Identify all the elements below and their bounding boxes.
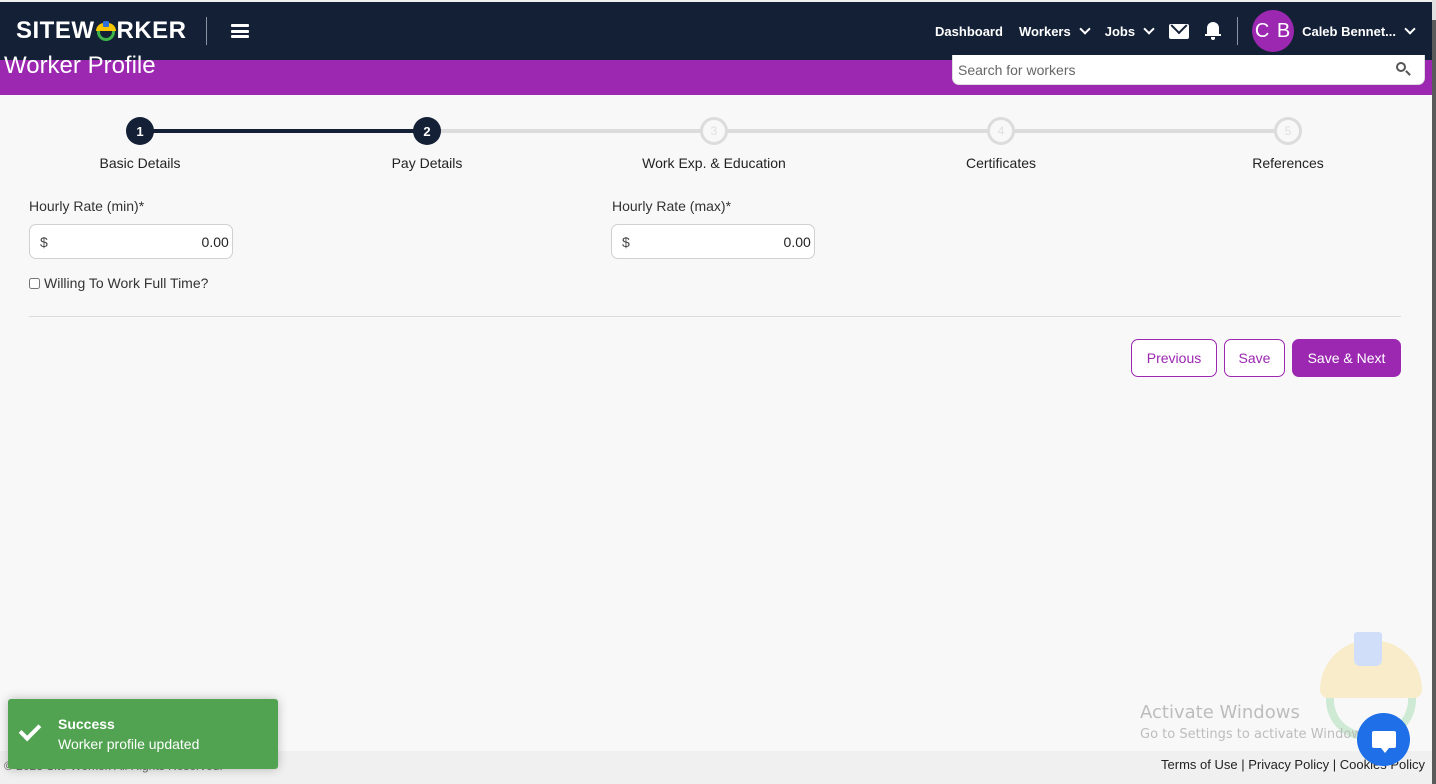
step-work-experience[interactable]: 3 Work Exp. & Education [614, 117, 814, 171]
nav-jobs-dropdown[interactable]: Jobs [1104, 22, 1155, 39]
chevron-down-icon [1143, 22, 1155, 35]
top-navbar: SITEW RKER Dashboard Workers Jobs C B Ca… [0, 2, 1432, 60]
nav-dashboard-label: Dashboard [935, 23, 1003, 39]
toast-content: Success Worker profile updated [58, 716, 199, 752]
activate-windows-overlay: Activate Windows Go to Settings to activ… [1140, 702, 1373, 742]
min-rate-label: Hourly Rate (min)* [29, 198, 145, 214]
terms-of-use-link[interactable]: Terms of Use [1161, 757, 1238, 772]
max-rate-input[interactable] [629, 233, 811, 250]
navbar-divider [1237, 17, 1239, 45]
chevron-down-icon [1079, 22, 1091, 35]
logo-text-prefix: SITEW [16, 17, 95, 44]
full-time-option: Willing To Work Full Time? [29, 275, 208, 291]
step-number: 1 [126, 117, 154, 145]
toast-title: Success [58, 716, 115, 732]
footer-separator: | [1329, 757, 1340, 772]
search-input[interactable] [953, 55, 1394, 84]
step-number: 2 [413, 117, 441, 145]
min-rate-input[interactable] [47, 233, 229, 250]
step-label: Work Exp. & Education [642, 155, 786, 171]
full-time-checkbox[interactable] [29, 277, 40, 289]
max-rate-field: $ [611, 224, 815, 259]
logo-text-suffix: RKER [116, 17, 187, 44]
max-rate-label: Hourly Rate (max)* [612, 198, 732, 214]
success-toast[interactable]: Success Worker profile updated [8, 699, 278, 769]
navbar-right: Dashboard Workers Jobs C B Caleb Bennet.… [935, 2, 1432, 60]
step-number: 5 [1274, 117, 1302, 145]
user-avatar[interactable]: C B [1252, 10, 1295, 52]
step-label: Basic Details [99, 155, 181, 171]
search-icon[interactable] [1394, 60, 1414, 80]
user-menu-dropdown[interactable]: Caleb Bennet... [1302, 22, 1416, 39]
scrollbar-thumb[interactable] [1432, 20, 1436, 784]
profile-stepper: 1 Basic Details 2 Pay Details 3 Work Exp… [0, 110, 1432, 180]
step-references[interactable]: 5 References [1188, 117, 1388, 171]
toast-message: Worker profile updated [58, 736, 200, 752]
step-number: 4 [987, 117, 1015, 145]
full-time-label[interactable]: Willing To Work Full Time? [44, 275, 208, 291]
mail-icon[interactable] [1169, 23, 1190, 39]
activate-windows-title: Activate Windows [1140, 702, 1300, 723]
navbar-divider [205, 17, 207, 45]
step-label: Pay Details [391, 155, 463, 171]
page-title: Worker Profile [4, 52, 156, 79]
step-certificates[interactable]: 4 Certificates [901, 117, 1101, 171]
nav-workers-dropdown[interactable]: Workers [1018, 22, 1091, 39]
min-rate-field: $ [29, 224, 233, 259]
bell-icon[interactable] [1205, 22, 1222, 40]
step-number: 3 [700, 117, 728, 145]
step-pay-details[interactable]: 2 Pay Details [327, 117, 527, 171]
sitewoker-logo[interactable]: SITEW RKER [16, 17, 187, 45]
currency-symbol: $ [622, 233, 630, 250]
privacy-policy-link[interactable]: Privacy Policy [1248, 757, 1329, 772]
form-divider [29, 316, 1401, 317]
chevron-down-icon [1404, 22, 1416, 35]
nav-dashboard-link[interactable]: Dashboard [935, 24, 1003, 39]
menu-icon[interactable] [230, 24, 249, 38]
step-basic-details[interactable]: 1 Basic Details [40, 117, 240, 171]
save-button[interactable]: Save [1224, 339, 1285, 377]
nav-jobs-label: Jobs [1104, 23, 1136, 39]
step-label: Certificates [965, 155, 1037, 171]
chat-button[interactable] [1357, 713, 1410, 766]
activate-windows-subtitle: Go to Settings to activate Windows. [1140, 727, 1373, 742]
chat-icon [1371, 731, 1396, 753]
helmet-logo-icon [95, 21, 116, 41]
step-label: References [1252, 155, 1324, 171]
worker-search [952, 55, 1425, 85]
previous-button[interactable]: Previous [1131, 339, 1217, 377]
nav-workers-label: Workers [1018, 23, 1071, 39]
user-name-label: Caleb Bennet... [1302, 23, 1396, 39]
check-icon [18, 718, 42, 742]
footer-separator: | [1237, 757, 1249, 772]
currency-symbol: $ [40, 233, 48, 250]
save-and-next-button[interactable]: Save & Next [1292, 339, 1401, 377]
stepper-remaining-line [427, 129, 1288, 133]
